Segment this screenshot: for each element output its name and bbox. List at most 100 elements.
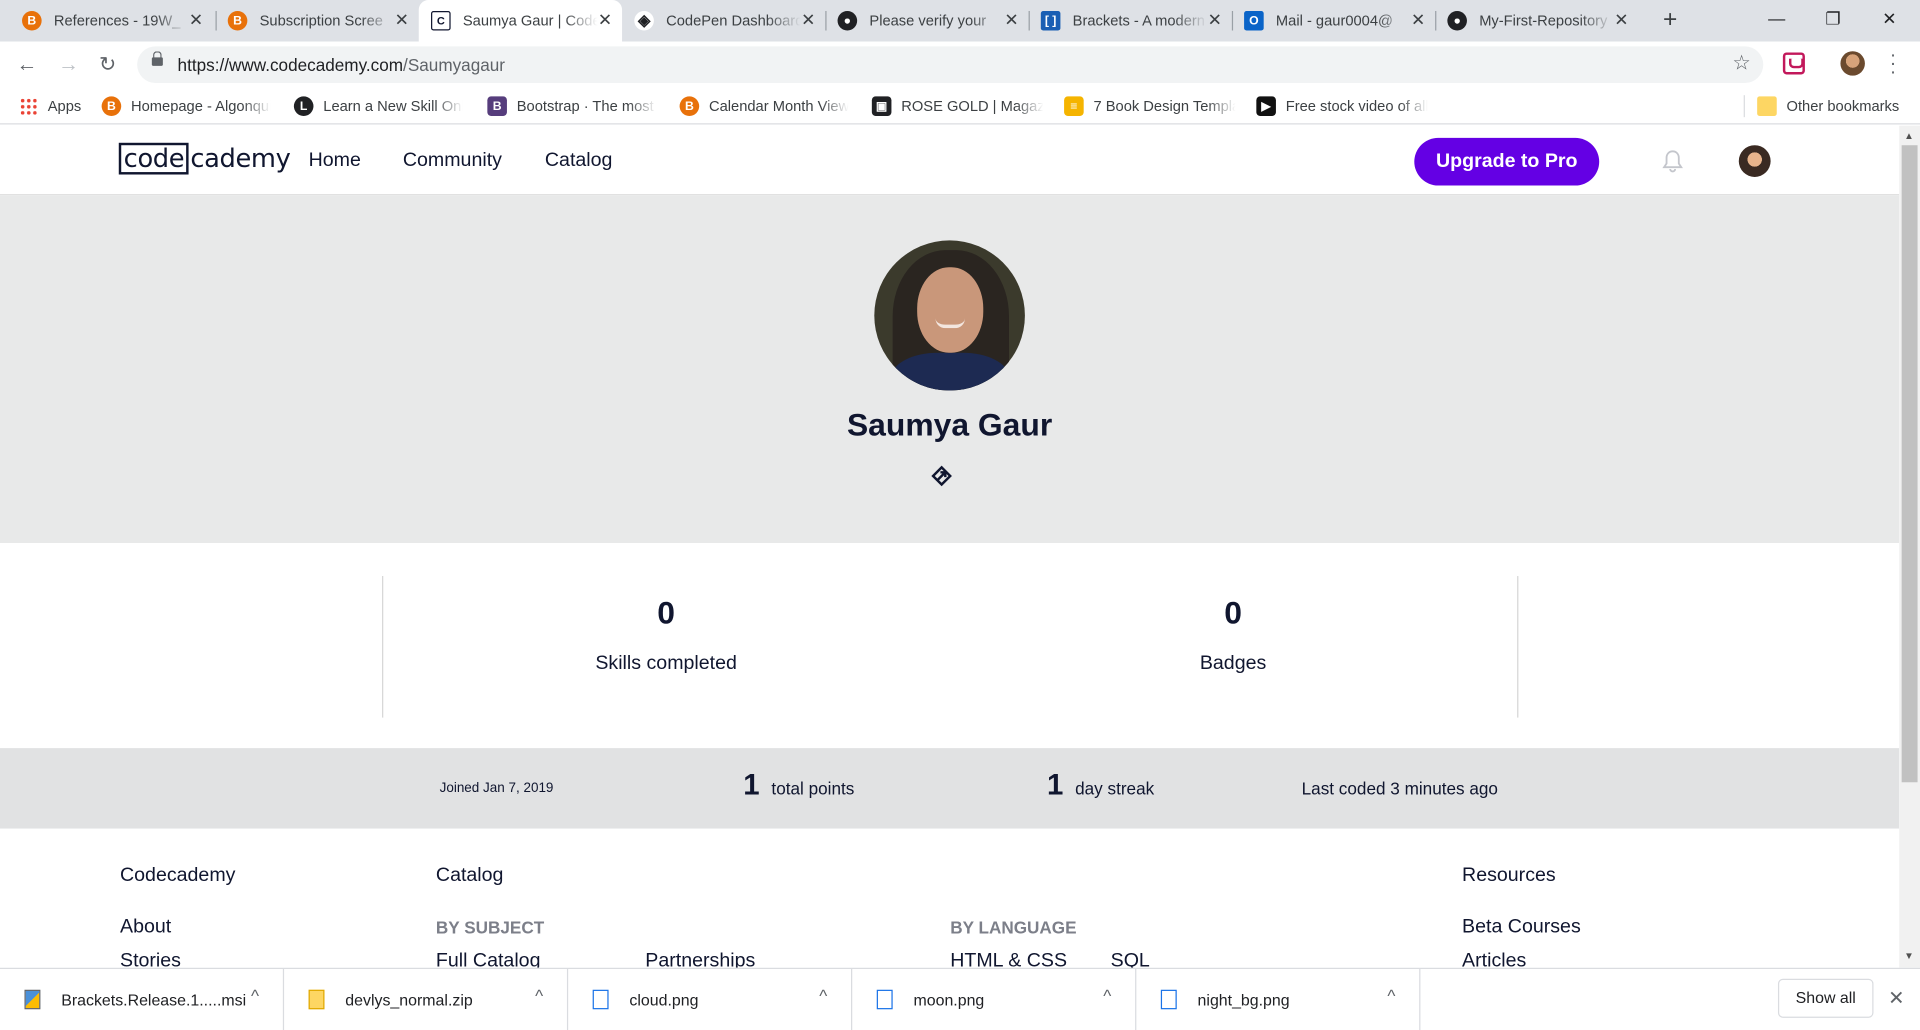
close-downloads-icon[interactable]: ✕ — [1888, 986, 1904, 1010]
tab-title: CodePen Dashboard — [666, 12, 801, 30]
stats-divider — [382, 576, 384, 718]
page-scrollbar[interactable]: ▲ ▼ — [1899, 125, 1920, 968]
reload-button[interactable]: ↻ — [93, 50, 122, 79]
footer-link-articles[interactable]: Articles — [1462, 951, 1526, 968]
apps-grid-icon — [19, 97, 37, 115]
new-tab-button[interactable]: + — [1656, 6, 1685, 35]
bookmark-calendar[interactable]: B Calendar Month View — [679, 95, 849, 117]
tab-title: My-First-Repository — [1479, 12, 1608, 30]
forward-button[interactable]: → — [54, 50, 83, 79]
upgrade-to-pro-button[interactable]: Upgrade to Pro — [1414, 137, 1600, 186]
scrollbar-thumb[interactable] — [1901, 145, 1918, 783]
tab-close-icon[interactable]: ✕ — [1004, 11, 1018, 28]
close-window-button[interactable]: ✕ — [1861, 0, 1917, 39]
tab-mail[interactable]: O Mail - gaur0004@ ✕ — [1232, 0, 1435, 41]
tab-close-icon[interactable]: ✕ — [189, 11, 203, 28]
pocket-extension-icon[interactable] — [1782, 52, 1805, 75]
codecademy-logo[interactable]: code cademy — [118, 142, 291, 175]
bookmark-stock-video[interactable]: ▶ Free stock video of all — [1256, 95, 1428, 117]
footer-link-sql[interactable]: SQL — [1111, 951, 1150, 968]
last-coded: Last coded 3 minutes ago — [1301, 778, 1498, 799]
bookmark-algonquin-homepage[interactable]: B Homepage - Algonquin — [101, 95, 271, 117]
tab-close-icon[interactable]: ✕ — [1208, 11, 1222, 28]
download-item[interactable]: moon.png ^ — [852, 968, 1137, 1030]
logo-plain-part: cademy — [190, 144, 291, 174]
minimize-button[interactable]: — — [1749, 0, 1805, 39]
arrow-right-icon: → — [58, 52, 79, 76]
image-file-icon — [592, 989, 609, 1010]
download-item[interactable]: night_bg.png ^ — [1136, 968, 1421, 1030]
bookmark-rose-gold[interactable]: ▣ ROSE GOLD | Magazine — [871, 95, 1043, 117]
tab-close-icon[interactable]: ✕ — [1411, 11, 1425, 28]
notifications-bell-icon[interactable] — [1662, 149, 1684, 173]
nav-community[interactable]: Community — [403, 150, 502, 172]
footer-link-html-css[interactable]: HTML & CSS — [950, 951, 1067, 968]
download-filename: night_bg.png — [1197, 990, 1290, 1010]
address-bar[interactable]: https://www.codecademy.com/Saumyagaur ☆ — [137, 46, 1764, 83]
badges-count: 0 — [1224, 594, 1242, 631]
page-viewport[interactable]: code cademy Home Community Catalog Upgrad… — [0, 125, 1900, 968]
chevron-up-icon[interactable]: ^ — [819, 986, 827, 1006]
download-item[interactable]: Brackets.Release.1.....msi ^ — [0, 968, 285, 1030]
user-avatar[interactable] — [1738, 145, 1771, 177]
bookmark-book-design[interactable]: ≡ 7 Book Design Templates — [1064, 95, 1236, 117]
bookmark-apps[interactable]: Apps — [19, 95, 81, 117]
footer-link-full-catalog[interactable]: Full Catalog — [436, 951, 541, 968]
github-icon: ● — [1447, 10, 1467, 31]
codecademy-icon: C — [431, 10, 451, 31]
lock-icon — [151, 51, 163, 66]
chevron-up-icon[interactable]: ^ — [1387, 986, 1395, 1006]
logo-boxed-part: code — [118, 142, 190, 175]
url-text[interactable]: https://www.codecademy.com/Saumyagaur — [178, 55, 505, 75]
bookmark-other[interactable]: Other bookmarks — [1743, 95, 1900, 118]
footer-link-stories[interactable]: Stories — [120, 951, 181, 968]
bookmark-star-icon[interactable]: ☆ — [1732, 51, 1751, 75]
share-link-icon[interactable] — [931, 465, 953, 487]
tab-codecademy-profile[interactable]: C Saumya Gaur | Codecademy ✕ — [418, 0, 623, 42]
nav-catalog[interactable]: Catalog — [545, 150, 613, 172]
tab-close-icon[interactable]: ✕ — [598, 11, 612, 28]
tab-github-repo[interactable]: ● My-First-Repository ✕ — [1435, 0, 1638, 41]
learn-icon: L — [293, 96, 314, 116]
scroll-down-arrow-icon[interactable]: ▼ — [1904, 951, 1914, 962]
url-host: https://www.codecademy.com — [177, 54, 404, 75]
download-filename: Brackets.Release.1.....msi — [61, 990, 247, 1010]
maximize-button[interactable]: ❐ — [1805, 0, 1861, 39]
chevron-up-icon[interactable]: ^ — [251, 986, 259, 1006]
profile-summary-bar: Joined Jan 7, 2019 1 total points 1 day … — [0, 748, 1900, 829]
scroll-up-arrow-icon[interactable]: ▲ — [1904, 131, 1914, 142]
browser-menu-icon[interactable]: · · · — [1886, 46, 1901, 83]
bookmark-label: ROSE GOLD | Magazine — [901, 97, 1043, 115]
tab-close-icon[interactable]: ✕ — [395, 11, 409, 28]
browser-profile-avatar[interactable] — [1840, 51, 1865, 76]
nav-home[interactable]: Home — [309, 150, 361, 172]
bookmark-learn-skill[interactable]: L Learn a New Skill Online — [293, 95, 463, 117]
streak-label: day streak — [1075, 778, 1155, 799]
chevron-up-icon[interactable]: ^ — [535, 986, 543, 1006]
footer-link-beta-courses[interactable]: Beta Courses — [1462, 917, 1581, 939]
tab-close-icon[interactable]: ✕ — [801, 11, 815, 28]
tab-codepen[interactable]: ◈ CodePen Dashboard ✕ — [622, 0, 825, 41]
back-button[interactable]: ← — [12, 50, 41, 79]
tab-github-verify[interactable]: ● Please verify your ✕ — [825, 0, 1028, 41]
footer-link-partnerships[interactable]: Partnerships — [645, 951, 755, 968]
bookmark-bootstrap[interactable]: B Bootstrap · The most — [487, 95, 656, 117]
algonquin-icon: B — [679, 96, 700, 116]
bookmark-label: Homepage - Algonquin — [131, 97, 271, 115]
show-all-downloads-button[interactable]: Show all — [1777, 978, 1874, 1018]
brackets-icon: [ ] — [1040, 10, 1061, 31]
profile-avatar — [874, 240, 1025, 391]
download-filename: moon.png — [913, 990, 985, 1010]
browser-tab-strip: B References - 19W_ ✕ B Subscription Scr… — [0, 0, 1920, 42]
tab-references[interactable]: B References - 19W_ ✕ — [10, 0, 213, 41]
chevron-up-icon[interactable]: ^ — [1103, 986, 1111, 1006]
download-item[interactable]: devlys_normal.zip ^ — [284, 968, 569, 1030]
bookmark-label: Other bookmarks — [1786, 97, 1900, 115]
tab-title: Saumya Gaur | Codecademy — [462, 12, 598, 30]
tab-close-icon[interactable]: ✕ — [1614, 11, 1628, 28]
tab-brackets[interactable]: [ ] Brackets - A modern ✕ — [1029, 0, 1232, 41]
footer-link-about[interactable]: About — [120, 917, 171, 939]
tab-title: Please verify your — [869, 12, 987, 30]
download-item[interactable]: cloud.png ^ — [568, 968, 853, 1030]
tab-subscription[interactable]: B Subscription Scree ✕ — [216, 0, 419, 41]
